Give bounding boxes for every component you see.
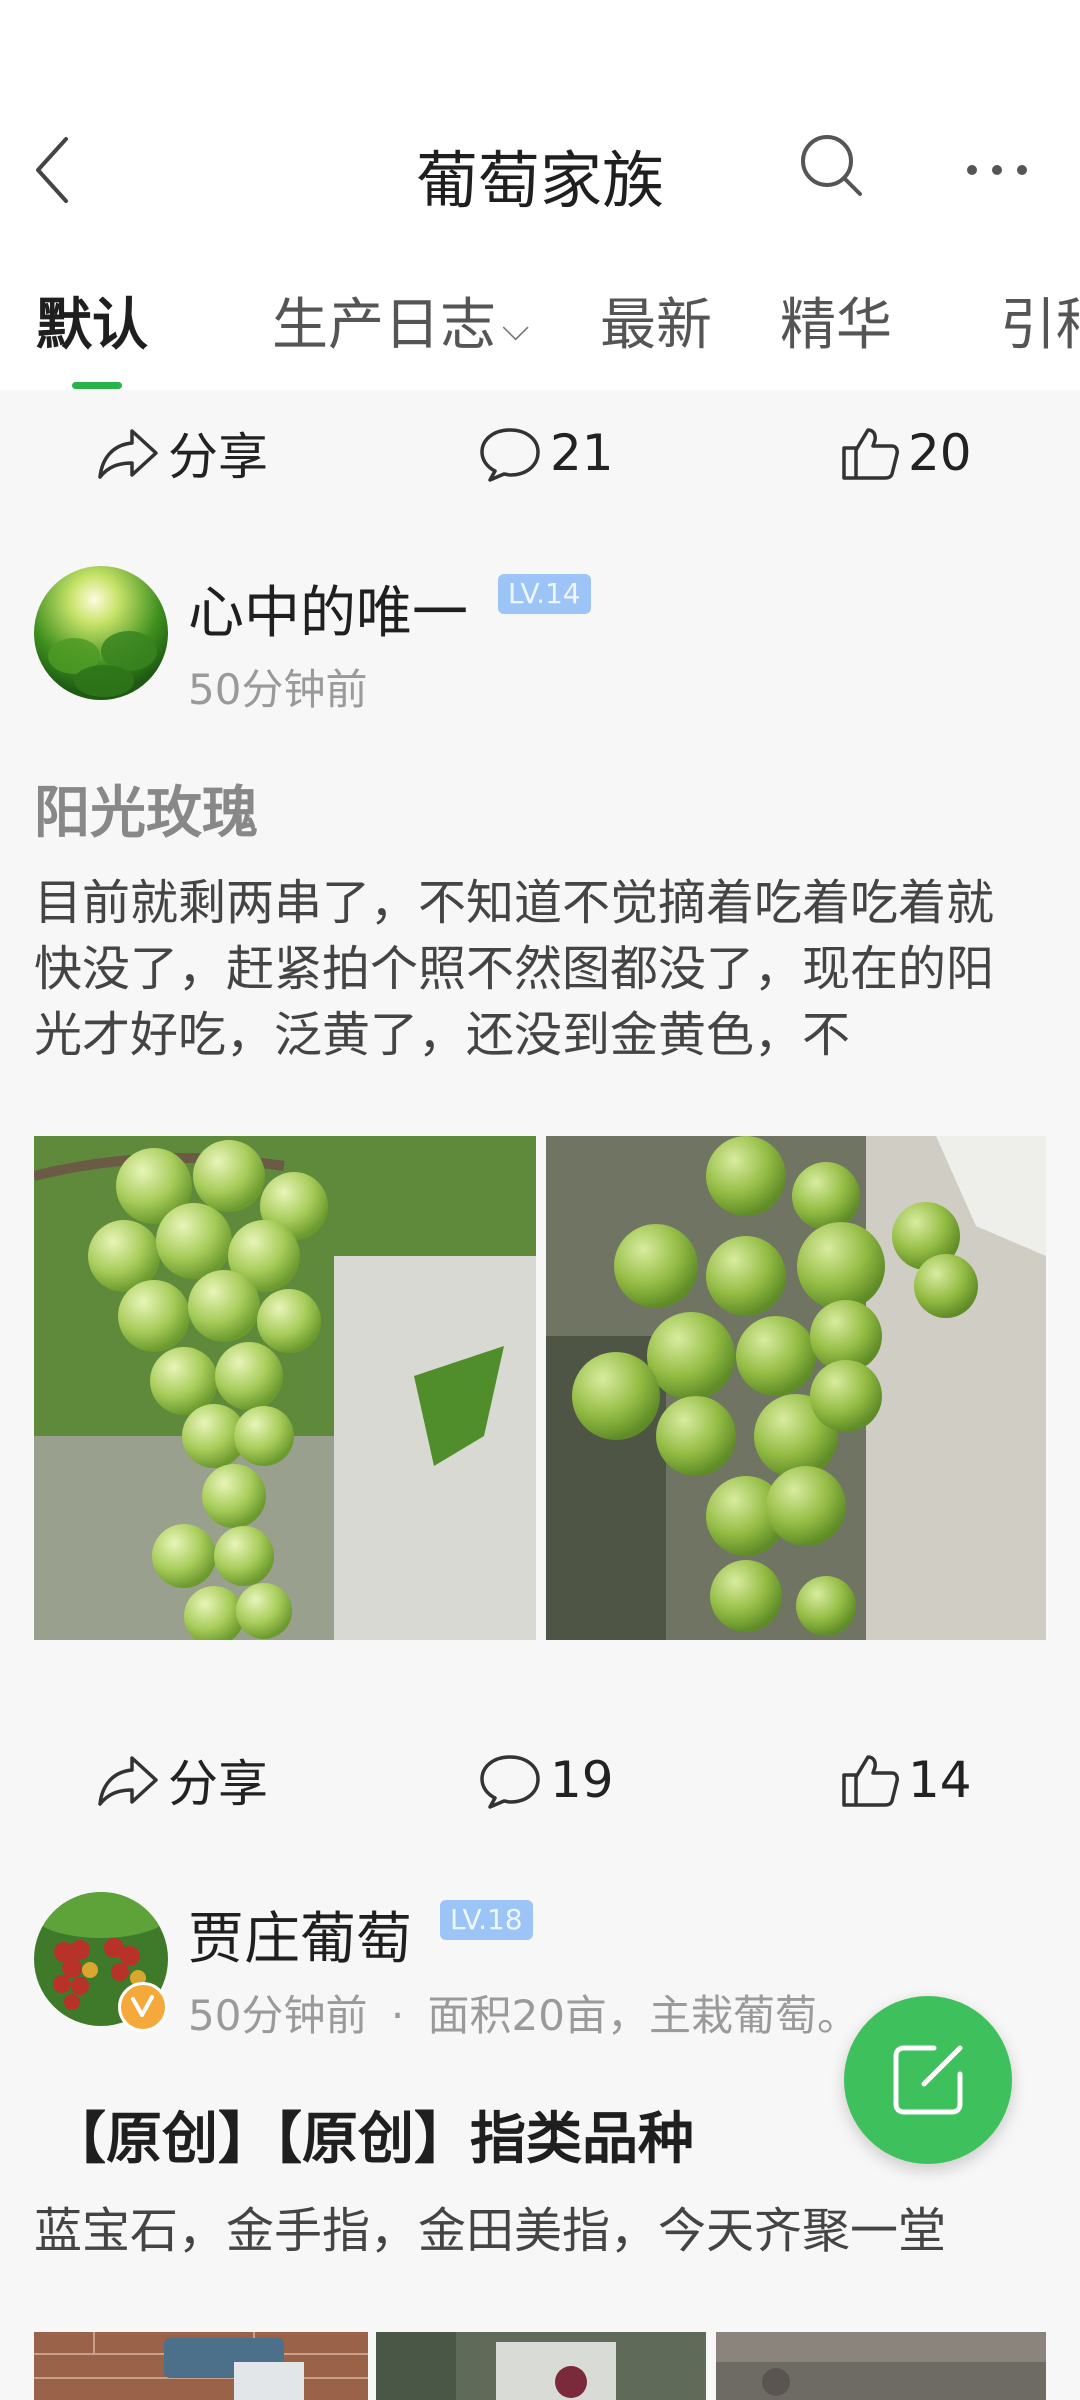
share-label: 分享 [168, 1755, 268, 1813]
post-body[interactable]: 目前就剩两串了，不知道不觉摘着吃着吃着就快没了，赶紧拍个照不然图都没了，现在的阳… [34, 870, 1034, 1068]
comment-icon [480, 1755, 540, 1809]
like-count: 14 [908, 1751, 972, 1809]
comment-icon [480, 428, 540, 482]
post-image[interactable] [716, 2332, 1046, 2400]
share-label: 分享 [168, 428, 268, 486]
username[interactable]: 贾庄葡萄 [188, 1894, 412, 1975]
like-button[interactable]: 14 [840, 1735, 972, 1825]
post-meta: 50分钟前 · 面积20亩，主栽葡萄。 [188, 1982, 859, 2043]
share-icon [98, 1756, 158, 1806]
compose-icon [893, 2045, 963, 2115]
search-button[interactable] [796, 130, 868, 202]
share-button[interactable]: 分享 [96, 408, 268, 498]
post-time: 50分钟前 [188, 665, 368, 714]
more-button[interactable] [962, 140, 1032, 200]
compose-button[interactable] [844, 1996, 1012, 2164]
share-button[interactable]: 分享 [96, 1735, 268, 1825]
tab-default[interactable]: 默认 [36, 280, 148, 361]
tab-latest[interactable]: 最新 [600, 280, 712, 361]
post-image-grapes[interactable] [546, 1136, 1046, 1640]
post-action-bar: 分享 21 20 [0, 408, 1080, 498]
post-title[interactable]: 【原创】【原创】指类品种 [50, 2094, 694, 2175]
like-icon [842, 428, 899, 480]
tab-introduction[interactable]: 引种 [1000, 280, 1080, 361]
like-icon [842, 1755, 899, 1807]
tab-label: 精华 [780, 293, 892, 358]
chevron-down-icon: ⌵ [502, 308, 530, 349]
share-icon [98, 429, 158, 479]
page-title: 葡萄家族 [415, 144, 664, 217]
comment-button[interactable]: 19 [478, 1735, 614, 1825]
meta-separator: · [390, 1991, 405, 2040]
more-icon [967, 165, 1027, 175]
post-card[interactable]: 心中的唯一 LV.14 50分钟前 阳光玫瑰 目前就剩两串了，不知道不觉摘着吃着… [0, 560, 1080, 1730]
tab-production-log[interactable]: 生产日志 ⌵ [272, 280, 529, 361]
comment-button[interactable]: 21 [478, 408, 614, 498]
post-action-bar: 分享 19 14 [0, 1735, 1080, 1825]
tab-label: 生产日志 [272, 293, 496, 358]
post-meta-extra: 面积20亩，主栽葡萄。 [427, 1991, 859, 2040]
post-image[interactable] [34, 2332, 368, 2400]
like-count: 20 [908, 424, 972, 482]
post-time: 50分钟前 [188, 1991, 368, 2040]
search-icon [801, 135, 862, 196]
post-image-grapes[interactable] [34, 1136, 536, 1640]
avatar[interactable] [34, 566, 168, 700]
verified-icon [118, 1982, 168, 2032]
username[interactable]: 心中的唯一 [188, 568, 468, 649]
post-image[interactable] [376, 2332, 706, 2400]
tab-label: 最新 [600, 293, 712, 358]
post-title[interactable]: 阳光玫瑰 [34, 768, 258, 849]
tab-featured[interactable]: 精华 [780, 280, 892, 361]
post-body[interactable]: 蓝宝石，金手指，金田美指，今天齐聚一堂 [34, 2198, 1034, 2264]
comment-count: 21 [550, 424, 614, 482]
top-bar: 葡萄家族 默认 生产日志⌵ 最新 精华 引种 [0, 0, 1080, 390]
tab-label: 默认 [36, 293, 148, 358]
category-tabs: 默认 生产日志⌵ 最新 精华 引种 [0, 270, 1080, 390]
tab-label: 引种 [1000, 293, 1080, 358]
level-badge: LV.18 [440, 1900, 533, 1940]
like-button[interactable]: 20 [840, 408, 972, 498]
comment-count: 19 [550, 1751, 614, 1809]
level-badge: LV.14 [498, 574, 591, 614]
active-tab-indicator [72, 382, 122, 389]
